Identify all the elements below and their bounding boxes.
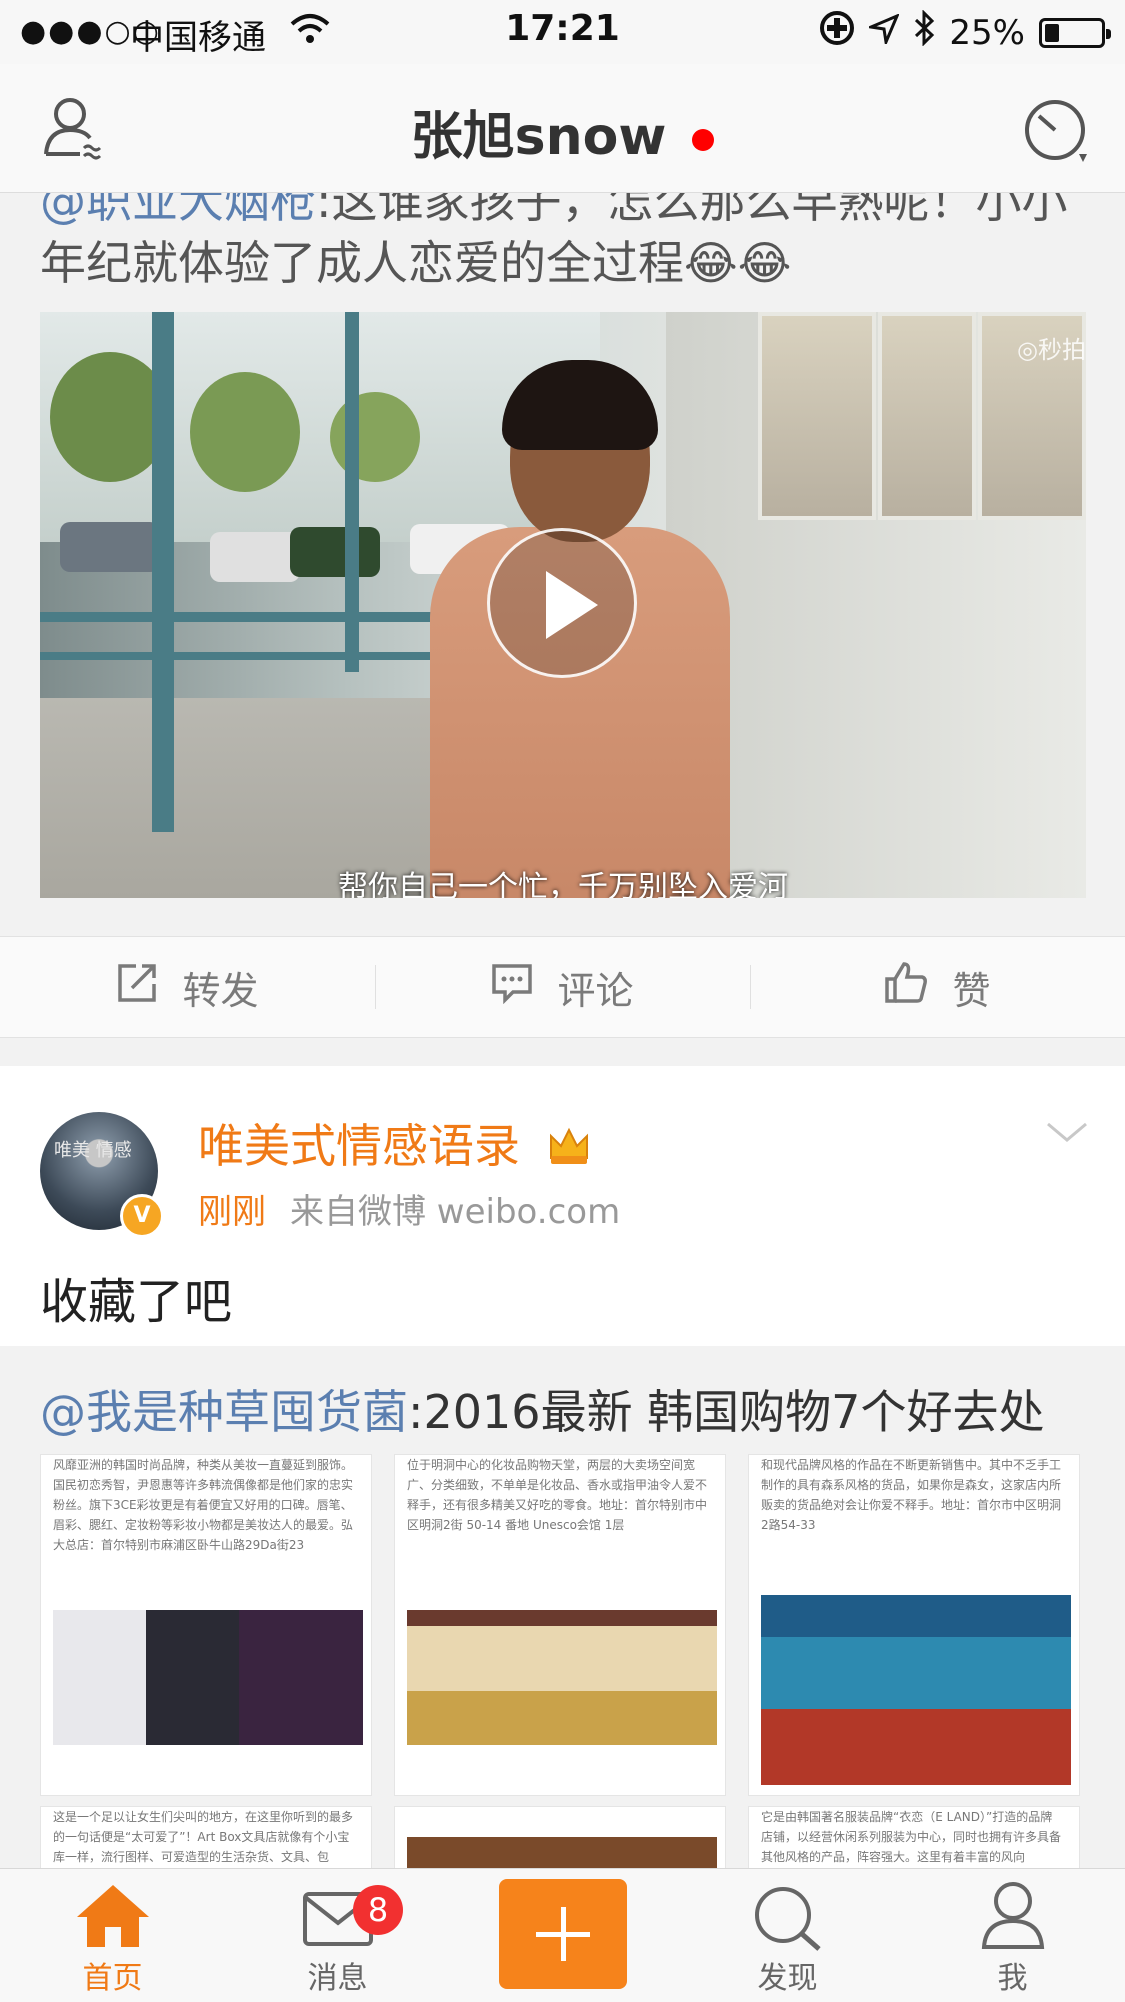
- image-thumbnail[interactable]: 位于明洞中心的化妆品购物天堂，两层的大卖场空间宽广、分类细致，不单单是化妆品、香…: [394, 1454, 726, 1796]
- battery-icon: [1039, 17, 1111, 48]
- location-icon: [865, 12, 901, 53]
- video-scene-car: [290, 527, 380, 577]
- post-meta: 刚刚 来自微博 weibo.com: [198, 1184, 620, 1233]
- video-scene-rail: [40, 612, 440, 622]
- store-photo: [53, 1610, 363, 1745]
- post-source: 来自微博 weibo.com: [290, 1192, 621, 1232]
- video-scene-car: [60, 522, 160, 572]
- tab-discover-label: 发现: [757, 1961, 818, 1996]
- video-watermark: ◎秒拍: [1017, 336, 1086, 364]
- avatar-text: 唯美 情感: [54, 1140, 132, 1161]
- comment-label: 评论: [557, 968, 634, 1013]
- chevron-down-icon[interactable]: [1045, 1120, 1089, 1150]
- video-scene-window: [878, 312, 976, 520]
- image-thumbnail[interactable]: 风靡亚洲的韩国时尚品牌，种类从美妆一直蔓延到服饰。国民初恋秀智，尹恩惠等许多韩流…: [40, 1454, 372, 1796]
- repost-area[interactable]: @我是种草囤货菌:2016最新 韩国购物7个好去处 风靡亚洲的韩国时尚品牌，种类…: [0, 1348, 1125, 1888]
- search-icon: [753, 1885, 823, 1955]
- battery-percent: 25%: [949, 12, 1025, 53]
- play-button[interactable]: [487, 528, 637, 678]
- video-player[interactable]: ◎秒拍 帮你自己一个忙，千万别坠入爱河: [40, 312, 1086, 898]
- tab-home[interactable]: 首页: [0, 1869, 225, 2002]
- tab-me-label: 我: [997, 1961, 1028, 1996]
- post-text: 收藏了吧: [40, 1274, 233, 1330]
- thumbs-up-icon: [884, 961, 928, 1014]
- unread-dot: [692, 129, 715, 151]
- repost-icon: [116, 962, 158, 1013]
- repost-button[interactable]: 转发: [0, 937, 375, 1037]
- author-name: 唯美式情感语录: [198, 1119, 520, 1173]
- post-time: 刚刚: [198, 1192, 266, 1232]
- image-caption: 风靡亚洲的韩国时尚品牌，种类从美妆一直蔓延到服饰。国民初恋秀智，尹恩惠等许多韩流…: [53, 1458, 354, 1552]
- crown-icon: [547, 1123, 591, 1177]
- author-name-row[interactable]: 唯美式情感语录: [198, 1110, 591, 1177]
- page-title[interactable]: 张旭snow: [0, 94, 1125, 169]
- tab-compose[interactable]: [450, 1869, 675, 2002]
- tab-bar: 首页 8 消息 发现 我: [0, 1868, 1125, 2002]
- post-card[interactable]: 唯美 情感 V 唯美式情感语录 刚刚 来自微博 weibo.com 收藏了吧: [0, 1066, 1125, 1346]
- image-caption: 它是由韩国著名服装品牌“衣恋（E LAND）”打造的品牌店铺，以经营休闲系列服装…: [761, 1810, 1062, 1864]
- radar-icon[interactable]: [1023, 98, 1089, 164]
- like-button[interactable]: 赞: [750, 937, 1125, 1037]
- store-photo: [761, 1595, 1071, 1785]
- message-count-badge: 8: [353, 1885, 403, 1935]
- video-scene-tree: [330, 392, 420, 482]
- repost-mention[interactable]: @我是种草囤货菌: [40, 1385, 408, 1439]
- store-photo: [407, 1610, 717, 1745]
- compose-button[interactable]: [498, 1879, 627, 1989]
- tab-messages[interactable]: 8 消息: [225, 1869, 450, 2002]
- comment-icon: [491, 962, 533, 1013]
- home-icon: [75, 1883, 151, 1953]
- repost-body: :2016最新 韩国购物7个好去处: [408, 1385, 1045, 1439]
- comment-button[interactable]: 评论: [375, 937, 750, 1037]
- page-title-text: 张旭snow: [410, 107, 667, 167]
- verified-badge: V: [120, 1194, 164, 1238]
- image-caption: 和现代品牌风格的作品在不断更新销售中。其中不乏手工制作的具有森系风格的货品，如果…: [761, 1458, 1062, 1532]
- video-scene-car: [210, 532, 300, 582]
- video-scene-rail: [40, 652, 440, 660]
- video-scene-window: [758, 312, 876, 520]
- image-caption: 位于明洞中心的化妆品购物天堂，两层的大卖场空间宽广、分类细致，不单单是化妆品、香…: [407, 1458, 708, 1532]
- post-action-bar: 转发 评论 赞: [0, 936, 1125, 1038]
- repost-label: 转发: [182, 968, 259, 1013]
- nav-bar: 张旭snow: [0, 64, 1125, 193]
- user-icon: [980, 1881, 1046, 1953]
- tab-discover[interactable]: 发现: [675, 1869, 900, 2002]
- video-scene-tree: [190, 372, 300, 492]
- tab-home-label: 首页: [82, 1961, 143, 1996]
- image-thumbnail[interactable]: 和现代品牌风格的作品在不断更新销售中。其中不乏手工制作的具有森系风格的货品，如果…: [748, 1454, 1080, 1796]
- image-caption: 这是一个足以让女生们尖叫的地方，在这里你听到的最多的一句话便是“太可爱了”！Ar…: [53, 1810, 354, 1864]
- status-bar: ●●●○○ 中国移通 17:21 25%: [0, 0, 1125, 64]
- video-scene-pillar: [152, 312, 174, 832]
- repost-text: @我是种草囤货菌:2016最新 韩国购物7个好去处: [40, 1376, 1044, 1442]
- bluetooth-icon: [913, 9, 935, 55]
- like-label: 赞: [952, 968, 991, 1013]
- video-subtitle: 帮你自己一个忙，千万别坠入爱河: [338, 870, 788, 898]
- tab-messages-label: 消息: [307, 1961, 368, 1996]
- lock-rotation-icon: [819, 10, 855, 55]
- tab-me[interactable]: 我: [900, 1869, 1125, 2002]
